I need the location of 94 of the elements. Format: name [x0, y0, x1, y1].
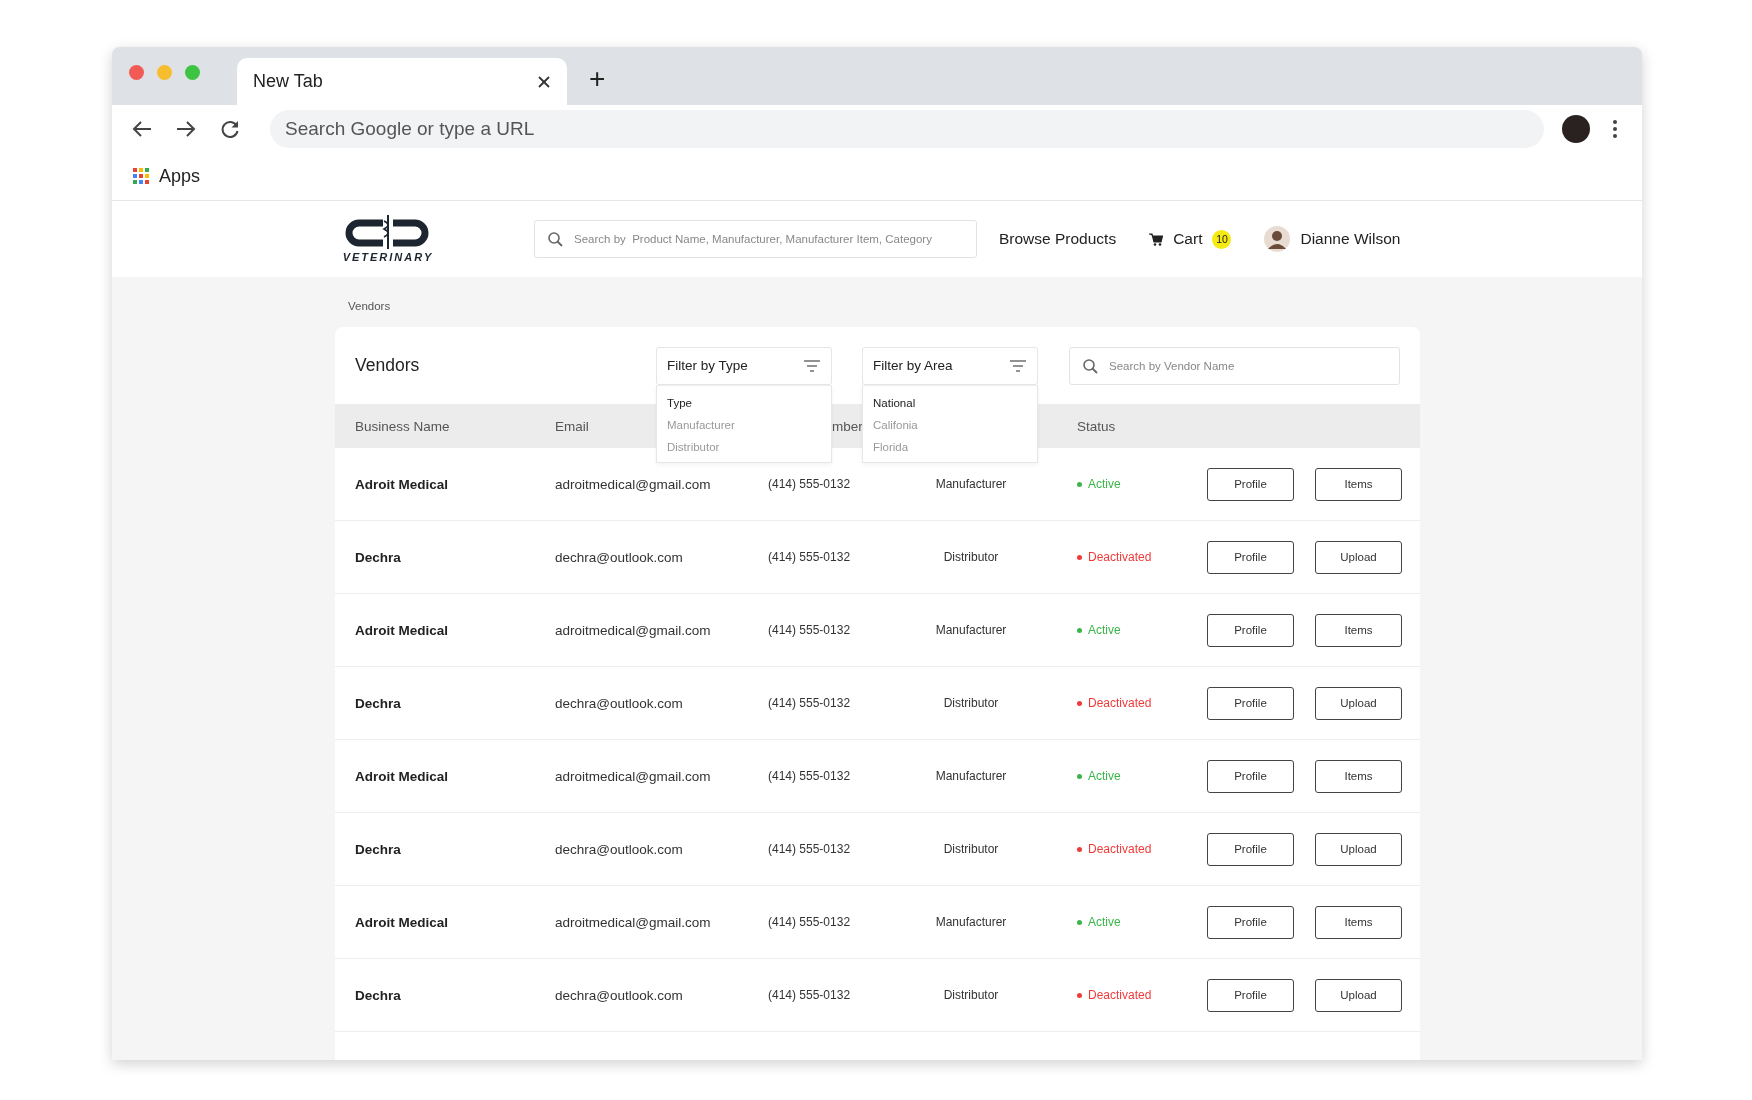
- filter-label: Filter by Area: [873, 358, 953, 373]
- action-button[interactable]: Profile: [1207, 832, 1294, 866]
- table-cell-text: Manufacturer: [934, 769, 1008, 783]
- filter-dropdown[interactable]: Filter by Area: [862, 346, 1038, 385]
- filter-dropdown[interactable]: Filter by Type: [656, 346, 832, 385]
- table-cell-text: (414) 555-0132: [768, 550, 852, 564]
- tab-title: New Tab: [253, 71, 323, 92]
- close-icon[interactable]: [537, 74, 551, 89]
- dropdown-option[interactable]: National: [873, 391, 1027, 414]
- action-button[interactable]: Upload: [1315, 686, 1402, 720]
- table-cell-text: Dechra: [355, 695, 402, 711]
- apps-grid-icon: [133, 168, 149, 184]
- action-button[interactable]: Items: [1315, 467, 1402, 501]
- reload-icon[interactable]: [220, 118, 240, 139]
- status-text: Deactivated: [1088, 842, 1152, 856]
- breadcrumb[interactable]: Vendors: [348, 300, 1642, 312]
- filter-label: Filter by Type: [667, 358, 748, 373]
- status-text: Deactivated: [1088, 696, 1152, 710]
- action-button[interactable]: Profile: [1207, 905, 1294, 939]
- profile-avatar[interactable]: [1562, 114, 1590, 143]
- table-cell-text: (414) 555-0132: [768, 477, 852, 491]
- table-cell-text: (414) 555-0132: [768, 988, 852, 1002]
- table-cell-text: Distributor: [942, 696, 1000, 710]
- back-arrow-icon[interactable]: [132, 119, 152, 138]
- table-cell-text: adroitmedical@gmail.com: [555, 914, 712, 930]
- column-header: mber: [832, 418, 863, 434]
- table-cell-text: Distributor: [942, 988, 1000, 1002]
- vendor-search-field[interactable]: Search by Vendor Name: [1069, 346, 1400, 385]
- nav-link[interactable]: Browse Products: [999, 230, 1117, 248]
- status-text: Deactivated: [1088, 988, 1152, 1002]
- table-cell-text: (414) 555-0132: [768, 915, 852, 929]
- table-cell-text: (414) 555-0132: [768, 769, 852, 783]
- forward-arrow-icon[interactable]: [176, 119, 196, 138]
- table-cell-text: Adroit Medical: [355, 768, 449, 784]
- logo-text: VETERINARY: [342, 251, 434, 263]
- table-cell-text: dechra@outlook.com: [555, 549, 684, 565]
- user-avatar[interactable]: [1264, 226, 1291, 252]
- cart-link[interactable]: Cart: [1173, 230, 1203, 248]
- column-header: Business Name: [355, 418, 450, 434]
- user-name[interactable]: Dianne Wilson: [1300, 230, 1401, 248]
- table-cell-text: Dechra: [355, 841, 402, 857]
- search-icon: [547, 231, 563, 247]
- column-header: Email: [555, 418, 589, 434]
- table-cell-text: dechra@outlook.com: [555, 987, 684, 1003]
- action-button[interactable]: Items: [1315, 759, 1402, 793]
- new-tab-button[interactable]: +: [589, 65, 606, 93]
- table-cell-text: Dechra: [355, 987, 402, 1003]
- table-cell-text: dechra@outlook.com: [555, 695, 684, 711]
- status-text: Deactivated: [1088, 550, 1152, 564]
- browser-tab[interactable]: New Tab: [237, 58, 567, 105]
- table-cell-text: Manufacturer: [934, 623, 1008, 637]
- action-button[interactable]: Profile: [1207, 467, 1294, 501]
- status-text: Active: [1088, 623, 1121, 637]
- action-button[interactable]: Profile: [1207, 686, 1294, 720]
- bookmark-link[interactable]: Apps: [133, 165, 201, 187]
- cart-icon[interactable]: [1149, 232, 1164, 246]
- action-button[interactable]: Profile: [1207, 540, 1294, 574]
- close-window-button[interactable]: [129, 64, 144, 80]
- table-cell-text: Manufacturer: [934, 477, 1008, 491]
- table-cell-text: (414) 555-0132: [768, 842, 852, 856]
- action-button[interactable]: Profile: [1207, 978, 1294, 1012]
- card-title: Vendors: [355, 355, 421, 376]
- action-button[interactable]: Upload: [1315, 540, 1402, 574]
- table-cell-text: adroitmedical@gmail.com: [555, 622, 712, 638]
- table-cell-text: Distributor: [942, 842, 1000, 856]
- table-cell-text: Dechra: [355, 549, 402, 565]
- product-search-field[interactable]: Search by Product Name, Manufacturer, Manufacturer Item, Category: [534, 220, 977, 258]
- action-button[interactable]: Upload: [1315, 832, 1402, 866]
- action-button[interactable]: Profile: [1207, 759, 1294, 793]
- dropdown-option[interactable]: Type: [667, 391, 821, 414]
- status-text: Active: [1088, 915, 1121, 929]
- table-cell-text: Adroit Medical: [355, 476, 449, 492]
- search-icon: [1082, 357, 1098, 374]
- column-header: Status: [1077, 418, 1116, 434]
- status-text: Active: [1088, 477, 1121, 491]
- table-cell-text: Adroit Medical: [355, 622, 449, 638]
- table-cell-text: adroitmedical@gmail.com: [555, 768, 712, 784]
- filter-icon: [803, 357, 821, 374]
- more-menu-icon[interactable]: [1612, 118, 1618, 139]
- table-cell-text: adroitmedical@gmail.com: [555, 476, 712, 492]
- action-button[interactable]: Profile: [1207, 613, 1294, 647]
- filter-icon: [1009, 357, 1027, 374]
- address-bar[interactable]: Search Google or type a URL: [270, 109, 1544, 148]
- table-cell-text: Distributor: [942, 550, 1000, 564]
- table-cell-text: dechra@outlook.com: [555, 841, 684, 857]
- table-cell-text: (414) 555-0132: [768, 696, 852, 710]
- table-cell-text: Adroit Medical: [355, 914, 449, 930]
- cart-count-badge: 10: [1212, 229, 1232, 249]
- table-cell-text: Manufacturer: [934, 915, 1008, 929]
- action-button[interactable]: Upload: [1315, 978, 1402, 1012]
- action-button[interactable]: Items: [1315, 613, 1402, 647]
- action-button[interactable]: Items: [1315, 905, 1402, 939]
- status-text: Active: [1088, 769, 1121, 783]
- table-cell-text: (414) 555-0132: [768, 623, 852, 637]
